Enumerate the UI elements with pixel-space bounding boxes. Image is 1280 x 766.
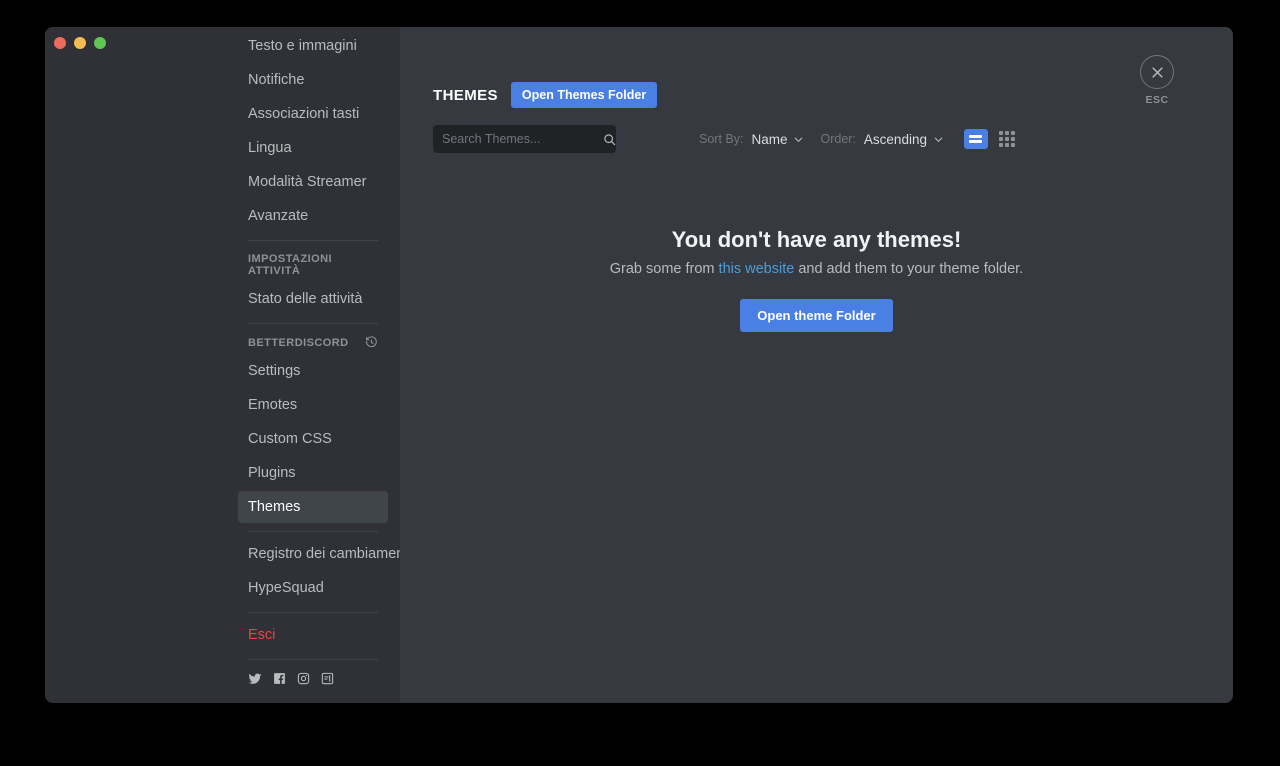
sort-by-value[interactable]: Name xyxy=(751,132,787,147)
empty-state-title: You don't have any themes! xyxy=(671,227,962,252)
sidebar-item-avanzate[interactable]: Avanzate xyxy=(238,200,388,232)
sidebar-item-plugins[interactable]: Plugins xyxy=(238,457,388,489)
sidebar-item-logout[interactable]: Esci xyxy=(238,619,388,651)
sidebar-section-betterdiscord: BETTERDISCORD xyxy=(238,330,388,355)
view-toggle xyxy=(963,129,1019,149)
settings-sidebar: Testo e immagini Notifiche Associazioni … xyxy=(45,27,412,703)
open-themes-folder-button[interactable]: Open Themes Folder xyxy=(510,82,658,108)
social-links xyxy=(238,666,388,686)
sidebar-item-lingua[interactable]: Lingua xyxy=(238,132,388,164)
sidebar-divider xyxy=(248,323,378,324)
empty-state: You don't have any themes! Grab some fro… xyxy=(400,227,1233,332)
instagram-icon[interactable] xyxy=(297,672,310,686)
sidebar-item-themes[interactable]: Themes xyxy=(238,491,388,523)
sidebar-item-stato-delle-attivita[interactable]: Stato delle attività xyxy=(238,283,388,315)
search-themes-box[interactable] xyxy=(433,125,616,153)
chevron-down-icon[interactable] xyxy=(793,134,804,145)
empty-state-subtitle: Grab some from this website and add them… xyxy=(400,261,1233,277)
open-theme-folder-button[interactable]: Open theme Folder xyxy=(740,299,893,332)
sidebar-item-custom-css[interactable]: Custom CSS xyxy=(238,423,388,455)
empty-state-subtitle-before: Grab some from xyxy=(609,261,719,277)
search-icon xyxy=(603,133,616,146)
page-title: THEMES xyxy=(433,86,498,104)
chevron-down-icon[interactable] xyxy=(933,134,944,145)
sidebar-item-hypesquad[interactable]: HypeSquad xyxy=(238,572,388,604)
sidebar-section-label: BETTERDISCORD xyxy=(248,336,349,349)
sort-controls: Sort By: Name Order: Ascending xyxy=(699,129,1019,149)
search-input[interactable] xyxy=(442,132,603,146)
sidebar-divider xyxy=(248,612,378,613)
sidebar-divider xyxy=(248,240,378,241)
window-close-button[interactable] xyxy=(54,37,66,49)
esc-label: ESC xyxy=(1145,94,1169,106)
list-view-icon[interactable] xyxy=(963,129,988,149)
order-label: Order: xyxy=(820,132,856,146)
discord-settings-window: Testo e immagini Notifiche Associazioni … xyxy=(45,27,1233,703)
themes-panel: THEMES Open Themes Folder Sort By: Name xyxy=(400,27,1233,703)
facebook-icon[interactable] xyxy=(273,672,286,686)
version-info: Stable 91948 (891b31b) BetterDiscord 1.2… xyxy=(238,686,388,703)
window-minimize-button[interactable] xyxy=(74,37,86,49)
sidebar-item-associazioni-tasti[interactable]: Associazioni tasti xyxy=(238,98,388,130)
themes-controls: Sort By: Name Order: Ascending xyxy=(433,125,1233,153)
news-icon[interactable] xyxy=(321,672,334,686)
twitter-icon[interactable] xyxy=(248,672,262,686)
close-settings-button[interactable]: ESC xyxy=(1140,55,1174,106)
this-website-link[interactable]: this website xyxy=(719,261,795,277)
sidebar-item-registro-dei-cambiamenti[interactable]: Registro dei cambiamenti xyxy=(238,538,412,570)
sidebar-item-modalita-streamer[interactable]: Modalità Streamer xyxy=(238,166,388,198)
sidebar-divider xyxy=(248,531,378,532)
version-line-stable: Stable 91948 (891b31b) xyxy=(248,702,378,703)
sidebar-item-testo-e-immagini[interactable]: Testo e immagini xyxy=(238,30,388,62)
sidebar-item-notifiche[interactable]: Notifiche xyxy=(238,64,388,96)
sidebar-item-emotes[interactable]: Emotes xyxy=(238,389,388,421)
empty-state-subtitle-after: and add them to your theme folder. xyxy=(794,261,1024,277)
sidebar-section-impostazioni-attivita: IMPOSTAZIONI ATTIVITÀ xyxy=(238,247,388,283)
history-clock-icon[interactable] xyxy=(365,336,378,349)
grid-view-icon[interactable] xyxy=(995,129,1019,149)
sidebar-section-label: IMPOSTAZIONI ATTIVITÀ xyxy=(248,253,333,277)
themes-header: THEMES Open Themes Folder xyxy=(433,82,1233,108)
window-traffic-lights xyxy=(54,37,106,49)
close-x-icon[interactable] xyxy=(1140,55,1174,89)
sidebar-item-settings[interactable]: Settings xyxy=(238,355,388,387)
sort-by-label: Sort By: xyxy=(699,132,744,146)
window-maximize-button[interactable] xyxy=(94,37,106,49)
order-value[interactable]: Ascending xyxy=(864,132,927,147)
sidebar-divider xyxy=(248,659,378,660)
